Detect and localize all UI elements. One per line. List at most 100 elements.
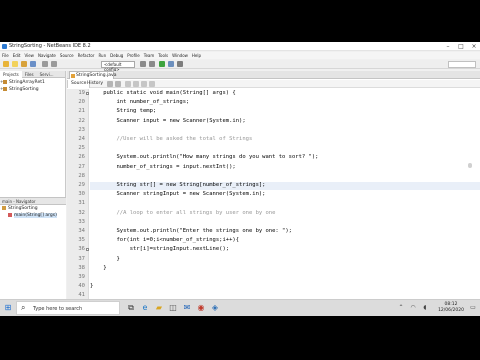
code-line: number_of_strings = input.nextInt(); (90, 163, 236, 170)
menu-view[interactable]: View (22, 52, 36, 59)
undo-icon[interactable] (42, 61, 48, 67)
new-file-icon[interactable] (12, 61, 18, 67)
netbeans-taskbar-icon[interactable]: ◈ (210, 303, 220, 313)
title-bar: StringSorting - NetBeans IDE 8.2 – □ × (0, 42, 480, 51)
mail-icon[interactable]: ✉ (182, 303, 192, 313)
line-number: 25 (78, 145, 85, 152)
open-project-icon[interactable] (21, 61, 27, 67)
profile-icon[interactable] (177, 61, 183, 67)
build-icon[interactable] (140, 61, 146, 67)
new-project-icon[interactable] (3, 61, 9, 67)
menu-source[interactable]: Source (58, 52, 76, 59)
navigator-method-item[interactable]: main(String[] args) (0, 212, 66, 219)
code-line: int number_of_strings; (90, 99, 190, 106)
code-editor[interactable]: public static void main(String[] args) {… (90, 89, 480, 299)
menu-help[interactable]: Help (190, 52, 203, 59)
window-title: StringSorting - NetBeans IDE 8.2 (9, 43, 91, 49)
line-number: 40 (78, 283, 85, 290)
app-icon[interactable]: ◉ (196, 303, 206, 313)
file-explorer-icon[interactable]: ▰ (154, 303, 164, 313)
project-item[interactable]: + StringArrayRet1 (0, 78, 65, 85)
format-icon[interactable] (149, 81, 155, 87)
menu-navigate[interactable]: Navigate (36, 52, 58, 59)
code-line: public static void main(String[] args) { (90, 90, 236, 96)
code-line: System.out.println("How many strings do … (90, 154, 319, 161)
code-line: String str[] = new String[number_of_stri… (90, 182, 266, 188)
editor-tabs: StringSorting.java (67, 71, 480, 79)
navigator-title: main - Navigator (0, 198, 66, 205)
code-line: Scanner input = new Scanner(System.in); (90, 117, 246, 124)
code-comment: //User will be asked the total of String… (90, 136, 253, 142)
debug-icon[interactable] (168, 61, 174, 67)
line-number: 20 (78, 99, 85, 106)
code-line: } (90, 283, 94, 290)
edge-icon[interactable]: e (140, 303, 150, 313)
line-number: 32 (78, 209, 85, 216)
redo-icon[interactable] (51, 61, 57, 67)
back-icon[interactable] (107, 81, 113, 87)
run-icon[interactable] (159, 61, 165, 67)
menu-tools[interactable]: Tools (156, 52, 170, 59)
line-number: 37 (78, 255, 85, 262)
navigator-class-item[interactable]: StringSorting (0, 205, 66, 212)
menu-window[interactable]: Window (170, 52, 190, 59)
tab-projects[interactable]: Projects (0, 71, 22, 78)
project-coffee-icon (3, 86, 7, 91)
save-all-icon[interactable] (30, 61, 36, 67)
tab-files[interactable]: Files (22, 71, 37, 78)
notifications-icon[interactable]: ▭ (468, 303, 478, 313)
code-line: System.out.println("Enter the strings on… (90, 228, 292, 234)
comment-icon[interactable] (141, 81, 147, 87)
search-input[interactable] (448, 61, 476, 68)
editor-tab-stringsorting[interactable]: StringSorting.java (69, 71, 116, 79)
line-number: 30 (78, 191, 85, 198)
fold-marker-icon[interactable] (86, 248, 89, 251)
line-number: 23 (78, 126, 85, 133)
find-icon[interactable] (125, 81, 131, 87)
start-icon[interactable]: ⊞ (3, 303, 13, 313)
forward-icon[interactable] (115, 81, 121, 87)
fold-marker-icon[interactable] (86, 92, 89, 95)
menu-refactor[interactable]: Refactor (76, 52, 97, 59)
menu-debug[interactable]: Debug (108, 52, 125, 59)
minimize-icon[interactable]: – (442, 42, 454, 51)
code-line: str[i]=stringInput.nextLine(); (90, 246, 230, 253)
toggle-bookmark-icon[interactable] (133, 81, 139, 87)
taskbar-search[interactable]: ⌕ Type here to search (16, 301, 120, 315)
line-number: 26 (78, 154, 85, 161)
line-number: 31 (78, 200, 85, 207)
network-icon[interactable]: ◠ (408, 303, 418, 313)
menu-file[interactable]: File (0, 52, 11, 59)
line-number: 34 (78, 228, 85, 234)
close-icon[interactable]: × (468, 42, 480, 51)
class-icon (2, 205, 6, 210)
project-coffee-icon (3, 79, 7, 84)
system-tray-icon[interactable]: ⌃ (396, 303, 406, 313)
project-item[interactable]: + StringSorting (0, 85, 65, 92)
line-number: 38 (78, 264, 85, 271)
task-view-icon[interactable]: ⧉ (126, 303, 136, 313)
volume-icon[interactable]: ◖ (420, 303, 430, 313)
menu-profile[interactable]: Profile (125, 52, 141, 59)
history-tab[interactable]: History (84, 80, 106, 88)
code-comment: //A loop to enter all strings by user on… (90, 209, 276, 216)
panel-tabs: Projects Files Servi... (0, 71, 65, 78)
lightbulb-hint-icon[interactable] (468, 163, 472, 168)
line-number: 36 (78, 246, 85, 253)
tab-services[interactable]: Servi... (37, 71, 57, 78)
line-number: 22 (78, 117, 85, 124)
line-number: 41 (78, 292, 85, 299)
maximize-icon[interactable]: □ (455, 42, 467, 51)
menu-team[interactable]: Team (142, 52, 157, 59)
store-icon[interactable]: ◫ (168, 303, 178, 313)
clean-build-icon[interactable] (149, 61, 155, 67)
line-number: 24 (78, 136, 85, 142)
menu-run[interactable]: Run (96, 52, 108, 59)
configuration-dropdown[interactable]: <default config> (101, 61, 135, 72)
line-number: 33 (78, 218, 85, 225)
netbeans-window: StringSorting - NetBeans IDE 8.2 – □ × F… (0, 42, 480, 312)
menu-edit[interactable]: Edit (11, 52, 23, 59)
line-number: 19 (78, 90, 85, 96)
main-toolbar: <default config> (0, 60, 480, 72)
taskbar-clock[interactable]: 08:12 12/06/2020 (438, 302, 464, 314)
